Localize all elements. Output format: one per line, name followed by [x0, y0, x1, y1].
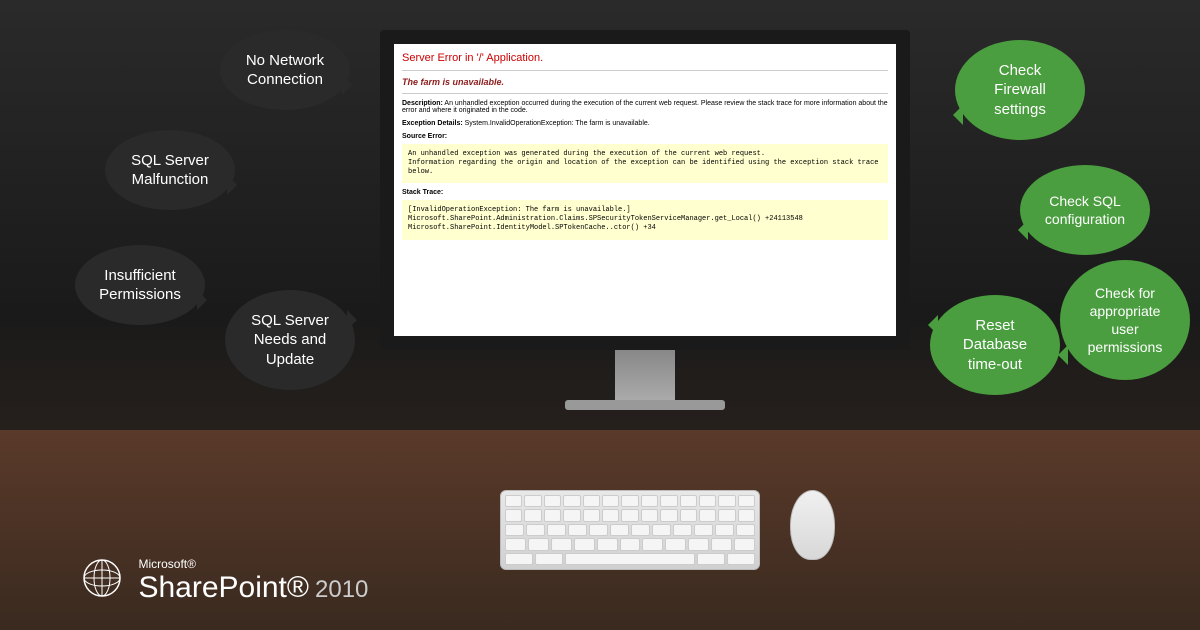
- error-subtitle: The farm is unavailable.: [402, 71, 888, 94]
- description-label: Description:: [402, 100, 443, 107]
- source-error-label: Source Error:: [402, 133, 888, 140]
- source-error-block: An unhandled exception was generated dur…: [402, 144, 888, 183]
- keyboard: [500, 490, 760, 570]
- logo-year: 2010: [315, 576, 368, 603]
- solution-bubble-sql-config: Check SQL configuration: [1020, 165, 1150, 255]
- solution-bubble-timeout: Reset Database time-out: [930, 295, 1060, 395]
- sharepoint-icon: [80, 556, 124, 605]
- error-title: Server Error in '/' Application.: [402, 52, 888, 71]
- solution-bubble-firewall: Check Firewall settings: [955, 40, 1085, 140]
- error-screen: Server Error in '/' Application. The far…: [380, 30, 910, 350]
- stack-trace-label: Stack Trace:: [402, 189, 888, 196]
- logo-company: Microsoft®: [138, 557, 368, 571]
- cause-bubble-network: No Network Connection: [220, 30, 350, 110]
- mouse: [790, 490, 835, 560]
- cause-bubble-sql-update: SQL Server Needs and Update: [225, 290, 355, 390]
- cause-bubble-sql-malfunction: SQL Server Malfunction: [105, 130, 235, 210]
- solution-bubble-permissions: Check for appropriate user permissions: [1060, 260, 1190, 380]
- monitor-base: [565, 400, 725, 410]
- logo-product: SharePoint®: [138, 571, 309, 604]
- monitor-stand: [615, 350, 675, 400]
- exception-text: System.InvalidOperationException: The fa…: [465, 120, 650, 127]
- description-text: An unhandled exception occurred during t…: [402, 100, 888, 114]
- stack-trace-block: [InvalidOperationException: The farm is …: [402, 200, 888, 239]
- exception-label: Exception Details:: [402, 120, 463, 127]
- sharepoint-logo: Microsoft® SharePoint®2010: [80, 556, 368, 605]
- monitor: Server Error in '/' Application. The far…: [380, 30, 910, 410]
- cause-bubble-permissions: Insufficient Permissions: [75, 245, 205, 325]
